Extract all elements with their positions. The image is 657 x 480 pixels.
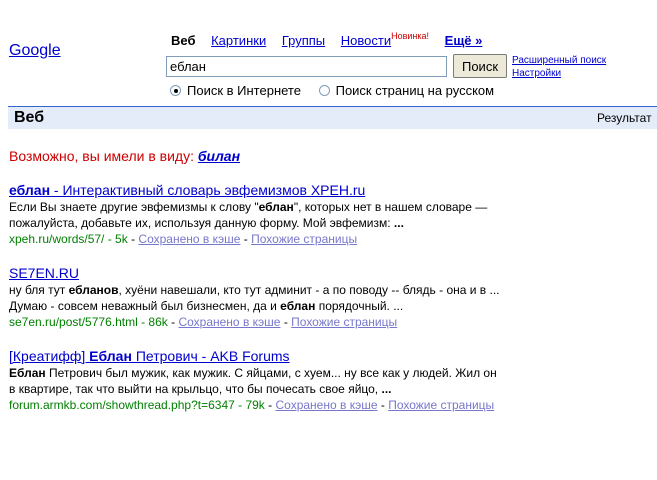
scope-russian-option[interactable]: Поиск страниц на русском: [318, 83, 495, 98]
search-tabs: Веб Картинки Группы НовостиНовинка! Ещё …: [171, 31, 494, 48]
cached-link[interactable]: Сохранено в кэше: [178, 315, 280, 329]
scope-web-label: Поиск в Интернете: [187, 83, 301, 98]
result-title-link[interactable]: [Креатифф] Еблан Петрович - AKB Forums: [9, 348, 290, 364]
results-section-title: Веб: [14, 109, 45, 126]
search-scope: Поиск в Интернете Поиск страниц на русск…: [170, 83, 508, 98]
side-links: Расширенный поиск Настройки: [512, 54, 606, 80]
tab-images[interactable]: Картинки: [211, 33, 266, 48]
cached-link[interactable]: Сохранено в кэше: [138, 232, 240, 246]
result-snippet: Если Вы знаете другие эвфемизмы к слову …: [9, 200, 488, 230]
scope-web-radio[interactable]: [170, 85, 181, 96]
scope-russian-radio[interactable]: [318, 85, 330, 96]
did-you-mean: Возможно, вы имели в виду: билан: [9, 148, 240, 164]
result-url-line: forum.armkb.com/showthread.php?t=6347 - …: [9, 398, 495, 412]
result-url: forum.armkb.com/showthread.php?t=6347 - …: [9, 398, 265, 412]
result-url-line: xpeh.ru/words/57/ - 5k - Сохранено в кэш…: [9, 232, 358, 246]
scope-russian-label: Поиск страниц на русском: [335, 83, 495, 98]
news-new-badge: Новинка!: [391, 31, 430, 41]
did-you-mean-suggestion[interactable]: билан: [198, 148, 240, 164]
result-snippet: Еблан Петрович был мужик, как мужик. С я…: [9, 366, 497, 396]
results-count-text: Результат: [597, 111, 652, 125]
results-header-bar: Веб Результат: [8, 106, 657, 129]
similar-pages-link[interactable]: Похожие страницы: [251, 232, 357, 246]
similar-pages-link[interactable]: Похожие страницы: [291, 315, 397, 329]
result-url: se7en.ru/post/5776.html - 86k: [9, 315, 168, 329]
tab-news[interactable]: Новости: [341, 33, 391, 48]
search-button[interactable]: Поиск: [453, 54, 507, 78]
result-url: xpeh.ru/words/57/ - 5k: [9, 232, 128, 246]
result-title-link[interactable]: еблан - Интерактивный словарь эвфемизмов…: [9, 182, 365, 198]
search-result: [Креатифф] Еблан Петрович - AKB Forums Е…: [9, 347, 649, 413]
result-snippet: ну бля тут ебланов, хуёни навешали, кто …: [9, 283, 500, 313]
result-url-line: se7en.ru/post/5776.html - 86k - Сохранен…: [9, 315, 398, 329]
tab-more[interactable]: Ещё »: [445, 33, 483, 48]
result-title-link[interactable]: SE7EN.RU: [9, 265, 79, 281]
advanced-search-link[interactable]: Расширенный поиск: [512, 54, 606, 67]
result-title: еблан - Интерактивный словарь эвфемизмов…: [9, 181, 649, 199]
search-result: еблан - Интерактивный словарь эвфемизмов…: [9, 181, 649, 247]
result-title: SE7EN.RU: [9, 264, 649, 282]
search-input[interactable]: [166, 56, 447, 77]
cached-link[interactable]: Сохранено в кэше: [276, 398, 378, 412]
did-you-mean-prefix: Возможно, вы имели в виду:: [9, 148, 194, 164]
tab-groups[interactable]: Группы: [282, 33, 325, 48]
scope-web-option[interactable]: Поиск в Интернете: [170, 83, 305, 98]
settings-link[interactable]: Настройки: [512, 67, 606, 80]
similar-pages-link[interactable]: Похожие страницы: [388, 398, 494, 412]
search-result: SE7EN.RU ну бля тут ебланов, хуёни навеш…: [9, 264, 649, 330]
tab-web: Веб: [171, 33, 196, 48]
result-title: [Креатифф] Еблан Петрович - AKB Forums: [9, 347, 649, 365]
google-logo-link[interactable]: Google: [9, 42, 61, 60]
